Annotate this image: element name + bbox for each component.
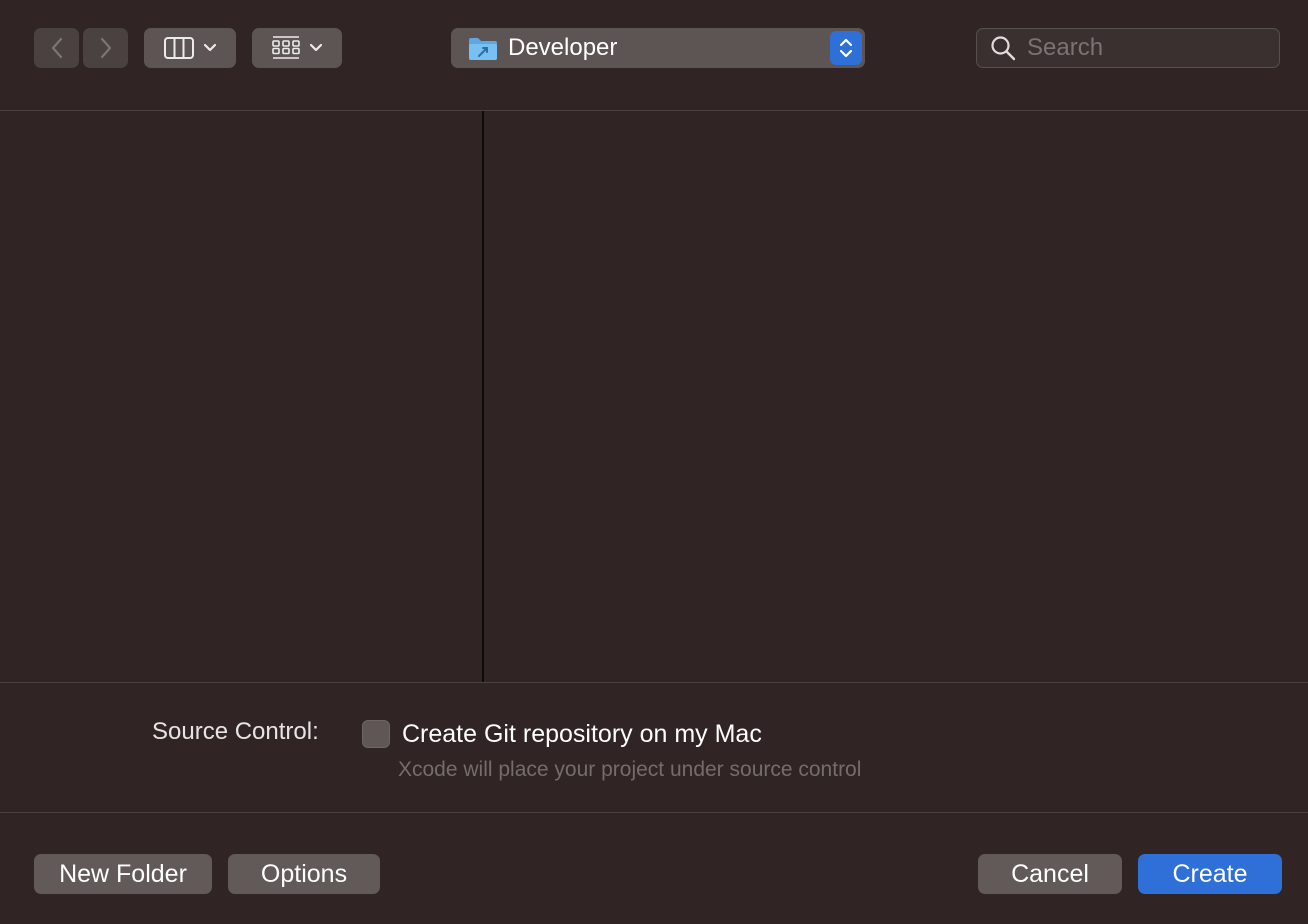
browser-column-1[interactable] [0,111,482,682]
location-label: Developer [508,34,618,61]
location-stepper[interactable] [830,31,862,65]
cancel-button[interactable]: Cancel [978,854,1122,894]
grid-view-icon [272,36,300,59]
footer-divider [0,812,1308,813]
location-popup[interactable]: Developer [451,28,865,68]
options-button[interactable]: Options [228,854,380,894]
git-repository-label[interactable]: Create Git repository on my Mac [402,720,762,749]
browser-divider [0,682,1308,683]
file-browser [0,111,1308,682]
chevron-down-icon [309,43,323,52]
toolbar: Developer [0,0,1308,110]
developer-folder-icon [469,38,497,60]
view-mode-group [144,28,236,68]
search-field[interactable] [976,28,1280,68]
chevron-down-icon [203,43,217,52]
git-repository-help-text: Xcode will place your project under sour… [398,758,862,781]
new-folder-button[interactable]: New Folder [34,854,212,894]
group-by-group [252,28,342,68]
chevron-left-icon [51,37,62,59]
up-down-chevron-icon [839,38,853,58]
group-by-button[interactable] [252,28,342,68]
browser-column-2[interactable] [484,111,1308,682]
git-repository-checkbox[interactable] [362,720,390,748]
search-input[interactable] [1025,33,1259,63]
navigation-buttons [34,28,128,68]
chevron-right-icon [100,37,111,59]
forward-button[interactable] [83,28,128,68]
column-view-icon [164,37,194,59]
view-mode-button[interactable] [144,28,236,68]
search-icon [991,36,1016,61]
back-button[interactable] [34,28,79,68]
create-button[interactable]: Create [1138,854,1282,894]
source-control-label: Source Control: [152,718,319,745]
